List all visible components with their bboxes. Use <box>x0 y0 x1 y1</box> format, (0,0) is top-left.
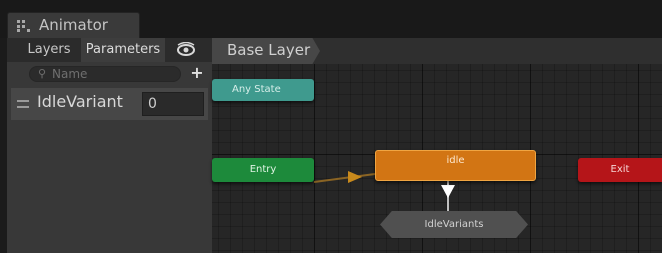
drag-handle-icon[interactable] <box>17 100 29 108</box>
entry-node[interactable]: Entry <box>212 158 314 182</box>
animator-window-tab[interactable]: Animator <box>7 12 140 38</box>
add-parameter-button[interactable]: + <box>186 63 208 83</box>
search-placeholder: Name <box>52 67 88 81</box>
exit-node[interactable]: Exit <box>578 158 662 182</box>
search-input[interactable]: ⚲ Name <box>29 66 181 82</box>
panel-header: Layers Parameters <box>7 38 212 62</box>
parameters-panel: Layers Parameters ⚲ Name + IdleVariant 0 <box>7 38 212 253</box>
transition-arrow-icon <box>348 171 362 183</box>
search-icon: ⚲ <box>38 67 47 80</box>
eye-icon[interactable] <box>175 42 197 58</box>
parameter-name: IdleVariant <box>37 92 123 111</box>
transition-arrow-down-icon <box>441 185 455 198</box>
window-tab-strip: Animator <box>0 0 662 38</box>
window-title: Animator <box>39 16 108 34</box>
entry-to-idle-transition[interactable] <box>313 173 376 183</box>
tab-layers[interactable]: Layers <box>21 38 77 62</box>
idle-state-node[interactable]: idle <box>375 150 536 181</box>
any-state-node[interactable]: Any State <box>212 79 314 101</box>
parameter-value-field[interactable]: 0 <box>142 92 204 116</box>
idle-variants-substate-node[interactable]: IdleVariants <box>380 211 528 238</box>
parameter-row[interactable]: IdleVariant 0 <box>11 88 208 120</box>
tab-parameters[interactable]: Parameters <box>81 38 165 62</box>
animator-icon <box>17 20 30 32</box>
